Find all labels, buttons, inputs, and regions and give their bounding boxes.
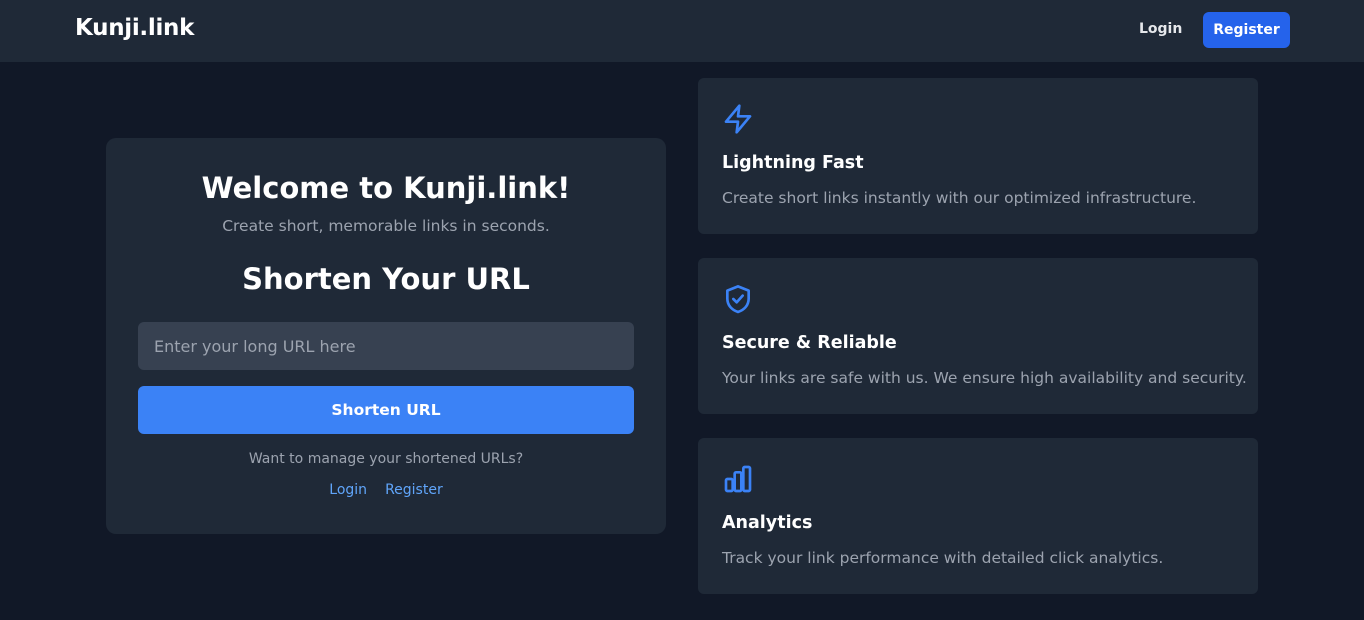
- nav-login-link[interactable]: Login: [1139, 21, 1182, 37]
- feature-card-analytics: Analytics Track your link performance wi…: [698, 438, 1258, 594]
- card-register-link[interactable]: Register: [385, 482, 443, 498]
- welcome-title: Welcome to Kunji.link!: [201, 171, 571, 205]
- card-login-link[interactable]: Login: [329, 482, 367, 498]
- feature-title: Secure & Reliable: [722, 333, 897, 353]
- shield-check-icon: [722, 283, 754, 315]
- manage-urls-text: Want to manage your shortened URLs?: [248, 451, 524, 467]
- feature-description: Track your link performance with detaile…: [722, 549, 1164, 567]
- feature-card-lightning-fast: Lightning Fast Create short links instan…: [698, 78, 1258, 234]
- lightning-icon: [722, 103, 754, 135]
- feature-title: Lightning Fast: [722, 153, 864, 173]
- brand-logo-link[interactable]: Kunji.link: [75, 15, 194, 41]
- shorten-title: Shorten Your URL: [242, 262, 530, 296]
- bar-chart-icon: [722, 463, 754, 495]
- welcome-subtitle: Create short, memorable links in seconds…: [222, 217, 550, 235]
- shorten-url-button[interactable]: Shorten URL: [138, 386, 634, 434]
- feature-title: Analytics: [722, 513, 813, 533]
- long-url-input[interactable]: [138, 322, 634, 370]
- feature-description: Your links are safe with us. We ensure h…: [722, 369, 1247, 387]
- card-auth-links: Login Register: [106, 482, 666, 498]
- feature-card-secure-reliable: Secure & Reliable Your links are safe wi…: [698, 258, 1258, 414]
- nav-register-button[interactable]: Register: [1203, 12, 1290, 48]
- feature-description: Create short links instantly with our op…: [722, 189, 1197, 207]
- top-navbar: Kunji.link Login Register: [0, 0, 1364, 62]
- shorten-card: Welcome to Kunji.link! Create short, mem…: [106, 138, 666, 534]
